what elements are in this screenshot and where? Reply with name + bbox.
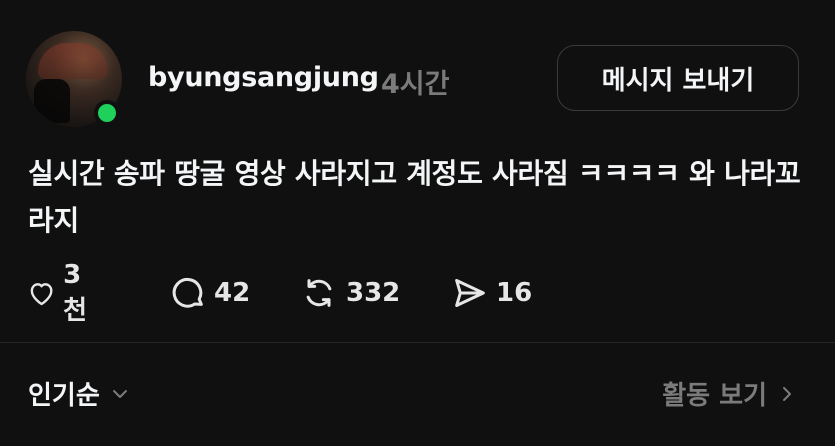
sort-dropdown[interactable]: 인기순 <box>28 375 132 412</box>
share-button[interactable]: 16 <box>450 272 532 314</box>
view-activity-link[interactable]: 활동 보기 <box>662 375 797 412</box>
post-text: 실시간 송파 땅굴 영상 사라지고 계정도 사라짐 ㅋㅋㅋㅋ 와 나라꼬라지 <box>28 157 801 237</box>
chevron-right-icon <box>783 386 791 401</box>
comment-count: 42 <box>214 278 251 308</box>
comment-button[interactable]: 42 <box>168 272 250 314</box>
like-count: 3천 <box>63 259 88 326</box>
share-count: 16 <box>496 278 533 308</box>
repost-count: 332 <box>346 278 401 308</box>
activity-label: 활동 보기 <box>662 381 767 411</box>
chevron-down-icon <box>112 389 127 398</box>
like-button[interactable]: 3천 <box>26 260 96 326</box>
repost-icon <box>306 279 332 307</box>
comment-icon <box>172 277 203 308</box>
send-message-button[interactable]: 메시지 보내기 <box>557 45 799 111</box>
repost-button[interactable]: 332 <box>298 272 400 314</box>
sort-label: 인기순 <box>28 381 100 411</box>
avatar[interactable] <box>26 31 122 127</box>
heart-icon <box>30 283 53 306</box>
divider <box>0 342 835 343</box>
username[interactable]: byungsangjung <box>148 62 379 93</box>
online-status-dot <box>94 100 120 126</box>
send-icon <box>455 279 485 307</box>
post-time: 4시간 <box>381 69 450 100</box>
